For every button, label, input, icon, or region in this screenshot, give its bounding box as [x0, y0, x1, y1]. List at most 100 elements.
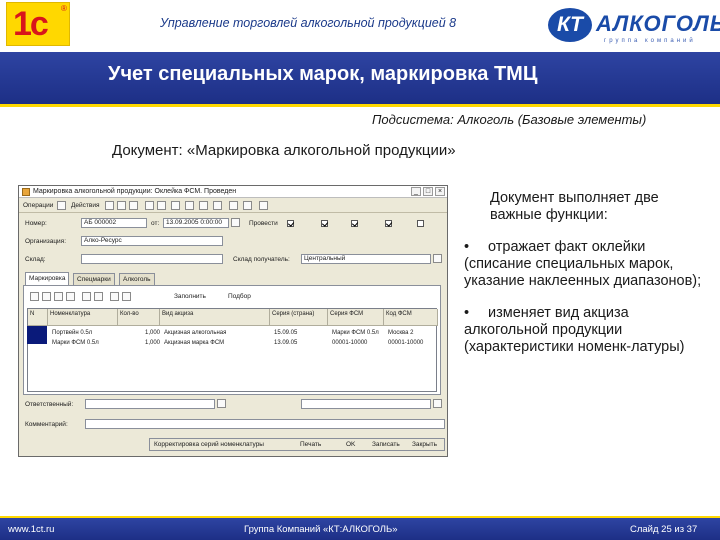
cell-qty: 1,000 — [144, 330, 160, 336]
ok-button[interactable]: OK — [346, 441, 355, 448]
option-checkbox-3[interactable] — [385, 220, 392, 227]
1c-logo: 1с ® — [6, 2, 70, 46]
toolbar-dropdown-icon[interactable] — [57, 201, 66, 210]
cell-fsm-series: 00001-10000 — [332, 340, 368, 346]
close-icon[interactable]: × — [435, 187, 445, 196]
responsible-select-icon[interactable] — [217, 399, 226, 408]
option-checkbox-4[interactable] — [417, 220, 424, 227]
operations-menu[interactable]: Операции — [23, 201, 53, 211]
kt-alkogol-logo: КТ АЛКОГОЛЬ группа компаний — [548, 8, 720, 48]
maximize-icon[interactable]: □ — [423, 187, 433, 196]
document-title: Документ: «Маркировка алкогольной продук… — [112, 142, 456, 159]
recipient-field[interactable]: Центральный — [301, 254, 431, 264]
delete-row-icon[interactable] — [66, 292, 75, 301]
window-title: Маркировка алкогольной продукции: Оклейк… — [33, 188, 237, 195]
column-header-fsm-series[interactable]: Серия ФСМ — [328, 309, 384, 326]
actions-menu[interactable]: Действия — [71, 201, 99, 211]
row-selection-highlight — [27, 326, 47, 344]
footer-slide-number: Слайд 25 из 37 — [630, 524, 698, 535]
column-header-number: N — [28, 309, 48, 326]
slide-header: 1с ® Управление торговлей алкогольной пр… — [0, 0, 720, 52]
minimize-icon[interactable]: _ — [411, 187, 421, 196]
column-header-qty[interactable]: Кол-во — [118, 309, 160, 326]
sort-desc-icon[interactable] — [122, 292, 131, 301]
footer-company: Группа Компаний «КТ:АЛКОГОЛЬ» — [244, 524, 398, 535]
option-checkbox-2[interactable] — [351, 220, 358, 227]
print-icon[interactable] — [185, 201, 194, 210]
date-from-label: от: — [151, 220, 160, 227]
warehouse-field[interactable] — [81, 254, 223, 264]
title-band: Учет специальных марок, маркировка ТМЦ — [0, 52, 720, 104]
organization-label: Организация: — [25, 238, 67, 245]
tab-marking[interactable]: Маркировка — [25, 272, 70, 285]
history-icon[interactable] — [243, 201, 252, 210]
responsible-field[interactable] — [85, 399, 215, 409]
save-icon[interactable] — [105, 201, 114, 210]
post-icon[interactable] — [117, 201, 126, 210]
function-bullet: • изменяет вид акциза алкогольной продукц… — [464, 305, 714, 356]
tab-special-marks[interactable]: Спецмарки — [73, 273, 115, 285]
extra-select-icon[interactable] — [433, 399, 442, 408]
settings-icon[interactable] — [199, 201, 208, 210]
functions-intro: Документ выполняет две важные функции: — [490, 190, 659, 223]
column-header-fsm-code[interactable]: Код ФСМ — [384, 309, 438, 326]
bullet-icon: • — [464, 239, 470, 255]
option-checkbox-1[interactable] — [321, 220, 328, 227]
tab-alcohol[interactable]: Алкоголь — [119, 273, 155, 285]
window-titlebar: Маркировка алкогольной продукции: Оклейк… — [19, 186, 447, 198]
column-header-item[interactable]: Номенклатура — [48, 309, 118, 326]
cell-item: Портвейн 0.5л — [52, 330, 93, 336]
function-bullet: • отражает факт оклейки (списание специал… — [464, 239, 714, 290]
slide-footer: www.1ct.ru Группа Компаний «КТ:АЛКОГОЛЬ»… — [0, 516, 720, 540]
cell-qty: 1,000 — [144, 340, 160, 346]
movements-icon[interactable] — [171, 201, 180, 210]
bullet-icon: • — [464, 305, 470, 321]
select-icon[interactable] — [433, 254, 442, 263]
adjust-series-button[interactable]: Корректировка серий номенклатуры — [154, 441, 264, 448]
processed-checkbox[interactable] — [287, 220, 294, 227]
function-bullet-text: отражает факт оклейки (списание специаль… — [464, 239, 702, 289]
number-label: Номер: — [25, 220, 47, 227]
cell-excise: Акцизная алкогольная — [164, 330, 227, 336]
select-items-button[interactable]: Подбор — [228, 292, 251, 302]
sort-asc-icon[interactable] — [110, 292, 119, 301]
warehouse-label: Склад: — [25, 256, 46, 263]
function-bullet-text: изменяет вид акциза алкогольной продукци… — [464, 305, 685, 355]
cell-fsm-code: Москва 2 — [388, 330, 414, 336]
column-header-series[interactable]: Серия (страна) — [270, 309, 328, 326]
column-header-excise[interactable]: Вид акциза — [160, 309, 270, 326]
calendar-icon[interactable] — [231, 218, 240, 227]
comment-field[interactable] — [85, 419, 445, 429]
cell-item: Марки ФСМ 0.5л — [52, 340, 99, 346]
comment-label: Комментарий: — [25, 421, 68, 428]
alkogol-logo-text: АЛКОГОЛЬ — [596, 11, 720, 36]
kt-logo-mark: КТ — [548, 8, 592, 42]
slide-title: Учет специальных марок, маркировка ТМЦ — [108, 63, 538, 85]
organization-field[interactable]: Алко-Ресурс — [81, 236, 223, 246]
structure-icon[interactable] — [157, 201, 166, 210]
extra-field[interactable] — [301, 399, 431, 409]
edit-row-icon[interactable] — [54, 292, 63, 301]
header-title: Управление торговлей алкогольной продукц… — [160, 16, 457, 30]
fill-button[interactable]: Заполнить — [174, 292, 206, 302]
copy-row-icon[interactable] — [42, 292, 51, 301]
help-icon[interactable] — [259, 201, 268, 210]
print-button[interactable]: Печать — [300, 441, 321, 448]
move-down-icon[interactable] — [94, 292, 103, 301]
cell-excise: Акцизная марка ФСМ — [164, 340, 225, 346]
close-button[interactable]: Закрыть — [412, 441, 437, 448]
copy-icon[interactable] — [145, 201, 154, 210]
report-icon[interactable] — [229, 201, 238, 210]
functions-panel: Документ выполняет две важные функции: •… — [464, 190, 714, 356]
cell-series: 13.09.05 — [274, 340, 298, 346]
date-field[interactable]: 13.09.2005 0:00:00 — [163, 218, 229, 228]
cell-fsm-series: Марки ФСМ 0.5л — [332, 330, 379, 336]
number-field[interactable]: АБ 000002 — [81, 218, 147, 228]
1c-logo-text: 1с — [13, 5, 49, 43]
write-button[interactable]: Записать — [372, 441, 400, 448]
move-up-icon[interactable] — [82, 292, 91, 301]
window-toolbar: Операции Действия — [19, 199, 447, 213]
find-icon[interactable] — [213, 201, 222, 210]
unpost-icon[interactable] — [129, 201, 138, 210]
add-row-icon[interactable] — [30, 292, 39, 301]
